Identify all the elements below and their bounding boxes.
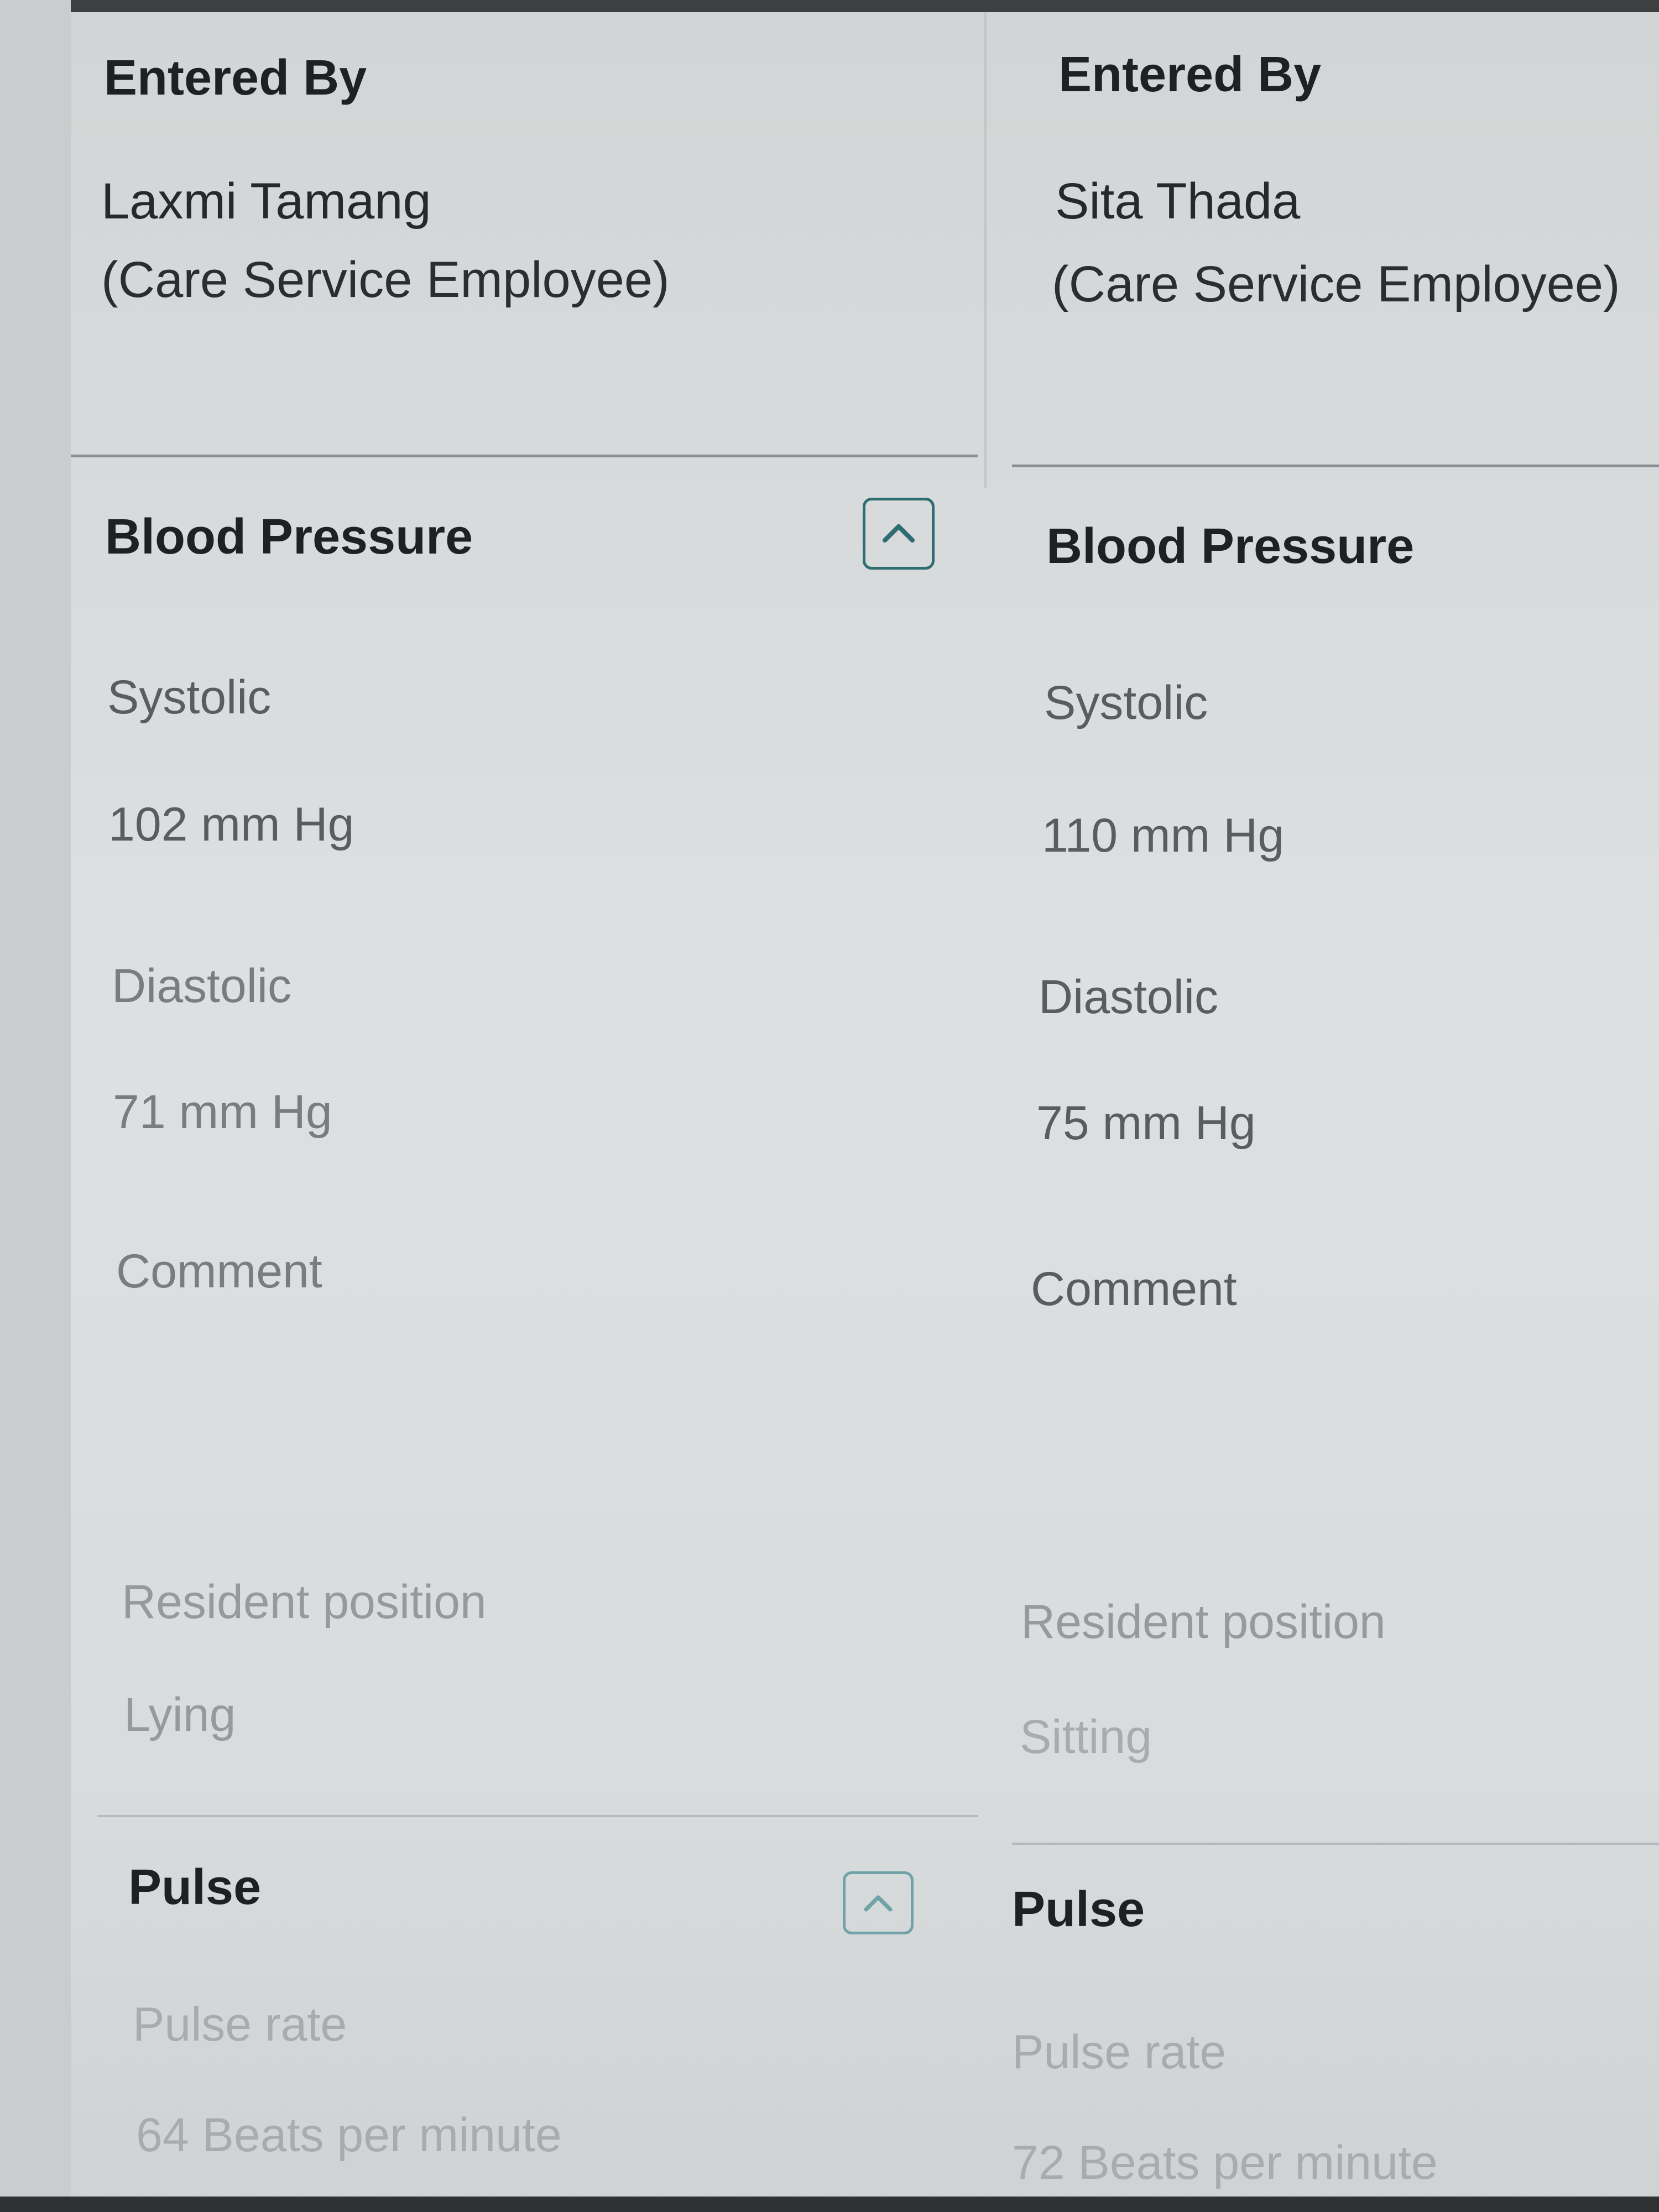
- blood-pressure-collapse-button[interactable]: [863, 498, 935, 570]
- pulse-rate-value: 72 Beats per minute: [1012, 2136, 1438, 2189]
- systolic-value: 110 mm Hg: [1042, 809, 1285, 862]
- pulse-heading: Pulse: [1012, 1882, 1145, 1937]
- record-column-2: Entered By Sita Thada (Care Service Empl…: [1012, 12, 1659, 2197]
- screen: Entered By Laxmi Tamang (Care Service Em…: [0, 0, 1659, 2212]
- section-divider: [97, 1815, 978, 1817]
- systolic-label: Systolic: [107, 671, 272, 724]
- diastolic-value: 71 mm Hg: [113, 1086, 332, 1139]
- column-divider: [984, 12, 987, 488]
- comment-label: Comment: [116, 1245, 322, 1298]
- blood-pressure-heading: Blood Pressure: [105, 509, 473, 565]
- entered-by-name: Sita Thada: [1055, 173, 1301, 229]
- resident-position-label: Resident position: [122, 1575, 487, 1629]
- diastolic-value: 75 mm Hg: [1036, 1097, 1256, 1150]
- resident-position-value: Sitting: [1020, 1710, 1152, 1764]
- systolic-label: Systolic: [1044, 676, 1208, 729]
- record-column-1: Entered By Laxmi Tamang (Care Service Em…: [71, 12, 978, 2197]
- diastolic-label: Diastolic: [112, 959, 291, 1013]
- resident-position-label: Resident position: [1021, 1595, 1386, 1648]
- pulse-rate-label: Pulse rate: [1012, 2026, 1227, 2079]
- entered-by-name: Laxmi Tamang: [101, 173, 431, 229]
- pulse-collapse-button[interactable]: [843, 1871, 914, 1934]
- systolic-value: 102 mm Hg: [108, 798, 354, 851]
- pulse-heading: Pulse: [128, 1860, 262, 1915]
- entered-by-role: (Care Service Employee): [101, 252, 670, 308]
- section-divider: [1012, 465, 1659, 467]
- left-margin: [0, 0, 71, 2212]
- window-bottom-edge: [0, 2197, 1659, 2212]
- entered-by-role: (Care Service Employee): [1052, 256, 1620, 312]
- comment-label: Comment: [1031, 1262, 1237, 1316]
- entered-by-heading: Entered By: [104, 50, 367, 106]
- window-top-edge: [0, 0, 1659, 12]
- diastolic-label: Diastolic: [1039, 971, 1218, 1024]
- section-divider: [71, 455, 978, 457]
- pulse-rate-value: 64 Beats per minute: [136, 2109, 562, 2162]
- entered-by-heading: Entered By: [1058, 47, 1322, 102]
- chevron-up-icon: [882, 524, 915, 543]
- section-divider: [1012, 1843, 1659, 1845]
- blood-pressure-heading: Blood Pressure: [1046, 519, 1415, 574]
- pulse-rate-label: Pulse rate: [133, 1998, 347, 2051]
- chevron-up-icon: [864, 1895, 893, 1912]
- resident-position-value: Lying: [124, 1688, 236, 1741]
